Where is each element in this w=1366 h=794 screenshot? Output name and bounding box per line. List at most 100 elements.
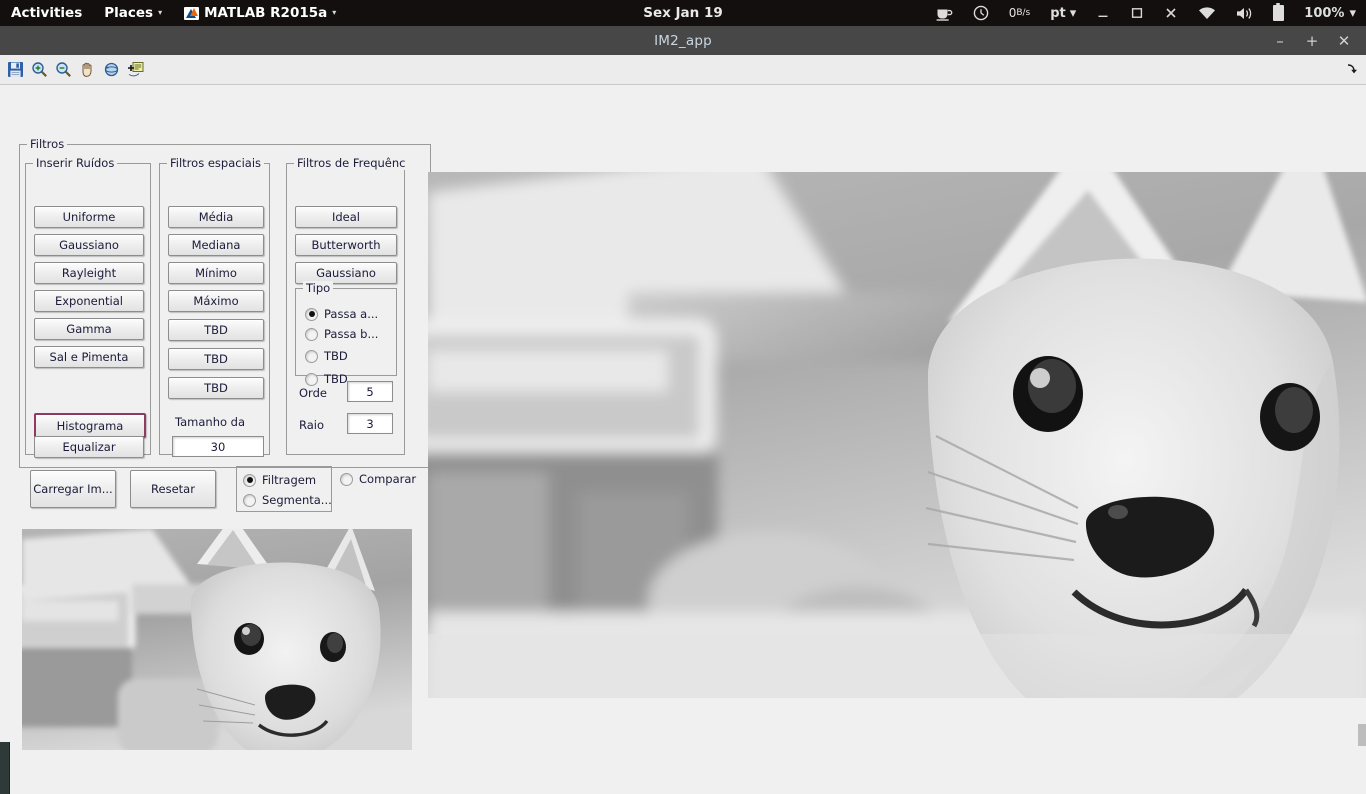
mode-radio-label: Segmenta... xyxy=(262,493,332,507)
equalizar-button[interactable]: Equalizar xyxy=(34,436,144,458)
grayscale-doge-thumbnail-icon xyxy=(22,529,412,750)
coffee-cup-icon[interactable] xyxy=(926,0,963,26)
carregar-imagem-button[interactable]: Carregar Im... xyxy=(30,470,116,508)
freq-button-ideal[interactable]: Ideal xyxy=(295,206,397,228)
matlab-figure-window: IM2_app – + ✕ Filtros Inserir Ruídos Uni… xyxy=(0,26,1366,794)
figure-toolbar xyxy=(0,55,1366,85)
radio-dot-icon xyxy=(305,307,318,321)
toolbar-icon-group xyxy=(4,55,146,84)
zoom-in-icon[interactable] xyxy=(28,59,50,81)
keyboard-layout-menu[interactable]: pt ▾ xyxy=(1040,0,1086,26)
resetar-button[interactable]: Resetar xyxy=(130,470,216,508)
wifi-icon[interactable] xyxy=(1188,0,1226,26)
filtros-frequencia-legend: Filtros de Frequência xyxy=(294,156,406,170)
places-label: Places xyxy=(104,5,154,21)
radio-dot-icon xyxy=(243,493,256,507)
activities-button[interactable]: Activities xyxy=(0,0,93,26)
window-title-bar: IM2_app – + ✕ xyxy=(0,26,1366,55)
freq-button-butterworth[interactable]: Butterworth xyxy=(295,234,397,256)
network-speed-indicator[interactable]: 0 B/s xyxy=(999,0,1041,26)
noise-button-gamma[interactable]: Gamma xyxy=(34,318,144,340)
window-title: IM2_app xyxy=(654,32,712,49)
network-speed-unit: B/s xyxy=(1016,8,1031,18)
chevron-down-icon: ▾ xyxy=(158,8,163,17)
raio-label: Raio xyxy=(299,418,325,432)
battery-percentage-label: 100% xyxy=(1304,5,1345,21)
comparar-checkbox[interactable]: Comparar xyxy=(340,472,416,486)
raio-input[interactable]: 3 xyxy=(347,413,393,434)
mode-button-group: Filtragem Segmenta... xyxy=(236,466,332,512)
noise-button-sal-e-pimenta[interactable]: Sal e Pimenta xyxy=(34,346,144,368)
window-minimize-tray-button[interactable] xyxy=(1086,0,1120,26)
radio-dot-icon xyxy=(305,372,318,386)
spatial-button-media[interactable]: Média xyxy=(168,206,264,228)
noise-button-gaussiano[interactable]: Gaussiano xyxy=(34,234,144,256)
mode-radio-filtragem[interactable]: Filtragem xyxy=(243,473,316,487)
tipo-radio-passa-alta[interactable]: Passa a... xyxy=(305,307,378,321)
filtros-frequencia-group: Filtros de Frequência Ideal Butterworth … xyxy=(286,156,406,455)
tamanho-da-input[interactable]: 30 xyxy=(172,436,264,457)
noise-button-exponential[interactable]: Exponential xyxy=(34,290,144,312)
radio-dot-icon xyxy=(243,473,256,487)
tipo-radio-passa-baixa[interactable]: Passa b... xyxy=(305,327,378,341)
histograma-button[interactable]: Histograma xyxy=(34,413,146,438)
spatial-button-tbd-2[interactable]: TBD xyxy=(168,348,264,370)
orde-input[interactable]: 5 xyxy=(347,381,393,402)
pan-hand-icon[interactable] xyxy=(76,59,98,81)
spatial-button-tbd-3[interactable]: TBD xyxy=(168,377,264,399)
spatial-button-mediana[interactable]: Mediana xyxy=(168,234,264,256)
window-controls: – + ✕ xyxy=(1264,26,1360,55)
spatial-button-tbd-1[interactable]: TBD xyxy=(168,319,264,341)
inserir-ruidos-legend: Inserir Ruídos xyxy=(33,156,118,170)
tipo-radio-tbd-1[interactable]: TBD xyxy=(305,349,348,363)
filtros-espaciais-legend: Filtros espaciais xyxy=(167,156,265,170)
orde-label: Orde xyxy=(299,386,327,400)
window-minimize-button[interactable]: – xyxy=(1264,26,1296,55)
places-menu[interactable]: Places ▾ xyxy=(93,0,173,26)
tipo-radio-tbd-2[interactable]: TBD xyxy=(305,372,348,386)
filtros-group-legend: Filtros xyxy=(27,137,68,151)
spatial-button-maximo[interactable]: Máximo xyxy=(168,290,264,312)
radio-dot-icon xyxy=(305,327,318,341)
window-close-tray-button[interactable] xyxy=(1154,0,1188,26)
resize-arrow-icon[interactable] xyxy=(1344,61,1360,77)
filtros-espaciais-group: Filtros espaciais Média Mediana Mínimo M… xyxy=(159,156,270,457)
app-menu-matlab[interactable]: MATLAB R2015a ▾ xyxy=(173,0,347,26)
network-speed-value: 0 xyxy=(1008,6,1017,20)
volume-icon[interactable] xyxy=(1226,0,1263,26)
clock-icon[interactable] xyxy=(963,0,999,26)
matlab-logo-icon xyxy=(184,6,200,20)
spatial-button-minimo[interactable]: Mínimo xyxy=(168,262,264,284)
window-maximize-tray-button[interactable] xyxy=(1120,0,1154,26)
app-menu-label: MATLAB R2015a xyxy=(204,5,328,21)
rotate-3d-icon[interactable] xyxy=(100,59,122,81)
main-image-axes xyxy=(428,172,1366,698)
tipo-radio-label: Passa a... xyxy=(324,307,379,321)
left-scrollbar[interactable] xyxy=(0,742,10,794)
window-close-button[interactable]: ✕ xyxy=(1328,26,1360,55)
system-tray: 0 B/s pt ▾ 100% ▾ xyxy=(926,0,1366,26)
radio-dot-icon xyxy=(305,349,318,363)
save-icon[interactable] xyxy=(4,59,26,81)
window-maximize-button[interactable]: + xyxy=(1296,26,1328,55)
battery-percentage-menu[interactable]: 100% ▾ xyxy=(1294,0,1366,26)
mode-radio-segmentacao[interactable]: Segmenta... xyxy=(243,493,332,507)
inserir-ruidos-group: Inserir Ruídos Uniforme Gaussiano Raylei… xyxy=(25,156,151,458)
grayscale-doge-main-icon xyxy=(428,172,1366,698)
filtros-group: Filtros Inserir Ruídos Uniforme Gaussian… xyxy=(19,137,431,468)
insert-legend-icon[interactable] xyxy=(124,59,146,81)
noise-button-rayleight[interactable]: Rayleight xyxy=(34,262,144,284)
tamanho-da-label: Tamanho da xyxy=(175,415,246,429)
comparar-label: Comparar xyxy=(359,472,417,486)
tipo-radio-label: TBD xyxy=(324,372,348,386)
preview-image-axes xyxy=(22,529,412,750)
noise-button-uniforme[interactable]: Uniforme xyxy=(34,206,144,228)
zoom-out-icon[interactable] xyxy=(52,59,74,81)
chevron-down-icon: ▾ xyxy=(332,8,337,17)
battery-icon[interactable] xyxy=(1263,0,1294,26)
right-scroll-nub[interactable] xyxy=(1358,724,1366,746)
tipo-radio-group: Tipo Passa a... Passa b... TBD TBD xyxy=(295,281,397,386)
tipo-legend: Tipo xyxy=(303,281,334,295)
tipo-radio-label: Passa b... xyxy=(324,327,379,341)
radio-dot-icon xyxy=(340,472,353,486)
